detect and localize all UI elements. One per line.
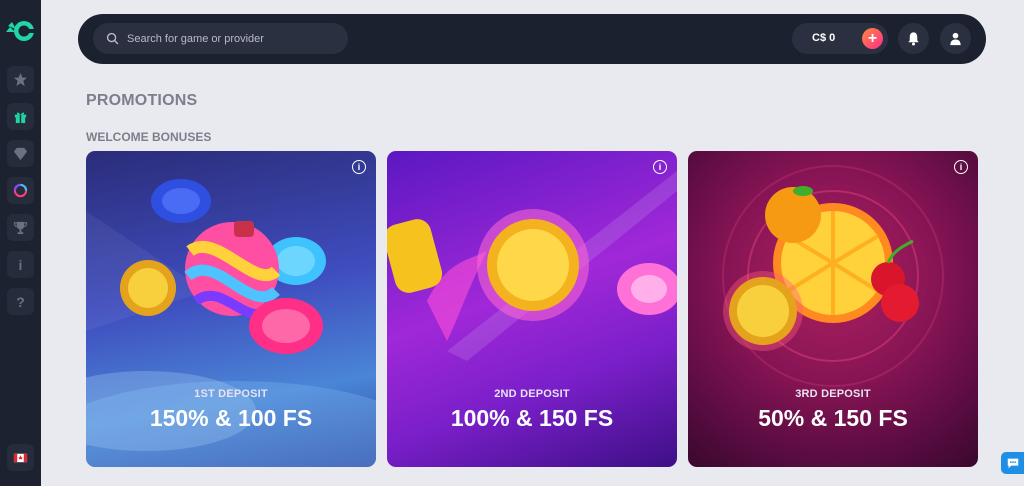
info-icon[interactable]: i <box>954 160 968 174</box>
live-chat-button[interactable] <box>1001 452 1024 474</box>
sidebar-item-vip[interactable] <box>7 140 34 167</box>
trophy-icon <box>13 221 28 235</box>
help-icon: ? <box>16 293 25 310</box>
balance-widget[interactable]: C$ 0 + <box>792 23 888 54</box>
info-icon[interactable]: i <box>653 160 667 174</box>
top-header: C$ 0 + <box>78 14 986 64</box>
diamond-icon <box>13 147 28 161</box>
chat-icon <box>1007 458 1018 469</box>
profile-button[interactable] <box>940 23 971 54</box>
bonus-card-3rd-deposit[interactable]: i 3RD DEPOSIT 50% & 150 FS <box>688 151 978 467</box>
sidebar: i ? <box>0 0 41 486</box>
brand-logo[interactable] <box>6 18 36 44</box>
wheel-icon <box>13 183 28 198</box>
search-icon <box>106 32 119 45</box>
user-icon <box>950 32 961 46</box>
balance-amount: C$ 0 <box>812 32 836 44</box>
sidebar-item-tournaments[interactable] <box>7 214 34 241</box>
card-bonus-value: 150% & 100 FS <box>149 405 313 431</box>
card-bonus-value: 50% & 150 FS <box>758 405 908 431</box>
sidebar-item-wheel[interactable] <box>7 177 34 204</box>
sidebar-item-help[interactable]: ? <box>7 288 34 315</box>
canada-flag-icon <box>13 453 28 463</box>
info-icon[interactable]: i <box>352 160 366 174</box>
card-deposit-label: 1ST DEPOSIT <box>194 388 268 400</box>
deposit-button[interactable]: + <box>862 28 883 49</box>
notifications-button[interactable] <box>898 23 929 54</box>
plus-icon: + <box>867 29 878 47</box>
gift-icon <box>14 112 27 124</box>
search-input[interactable] <box>127 32 327 45</box>
sidebar-item-info[interactable]: i <box>7 251 34 278</box>
page-title: PROMOTIONS <box>86 92 198 109</box>
star-icon <box>13 72 28 87</box>
search-box[interactable] <box>93 23 348 54</box>
bonus-card-1st-deposit[interactable]: i 1ST DEPOSIT 150% & 100 FS <box>86 151 376 467</box>
language-selector[interactable] <box>7 444 34 471</box>
bonus-card-2nd-deposit[interactable]: i 2ND DEPOSIT 100% & 150 FS <box>387 151 677 467</box>
info-icon: i <box>18 256 23 273</box>
bell-icon <box>908 32 919 46</box>
card-deposit-label: 3RD DEPOSIT <box>795 388 871 400</box>
section-title: WELCOME BONUSES <box>86 130 212 144</box>
sidebar-item-favorites[interactable] <box>7 66 34 93</box>
sidebar-item-promotions[interactable] <box>7 103 34 130</box>
card-bonus-value: 100% & 150 FS <box>450 405 614 431</box>
card-deposit-label: 2ND DEPOSIT <box>494 388 570 400</box>
